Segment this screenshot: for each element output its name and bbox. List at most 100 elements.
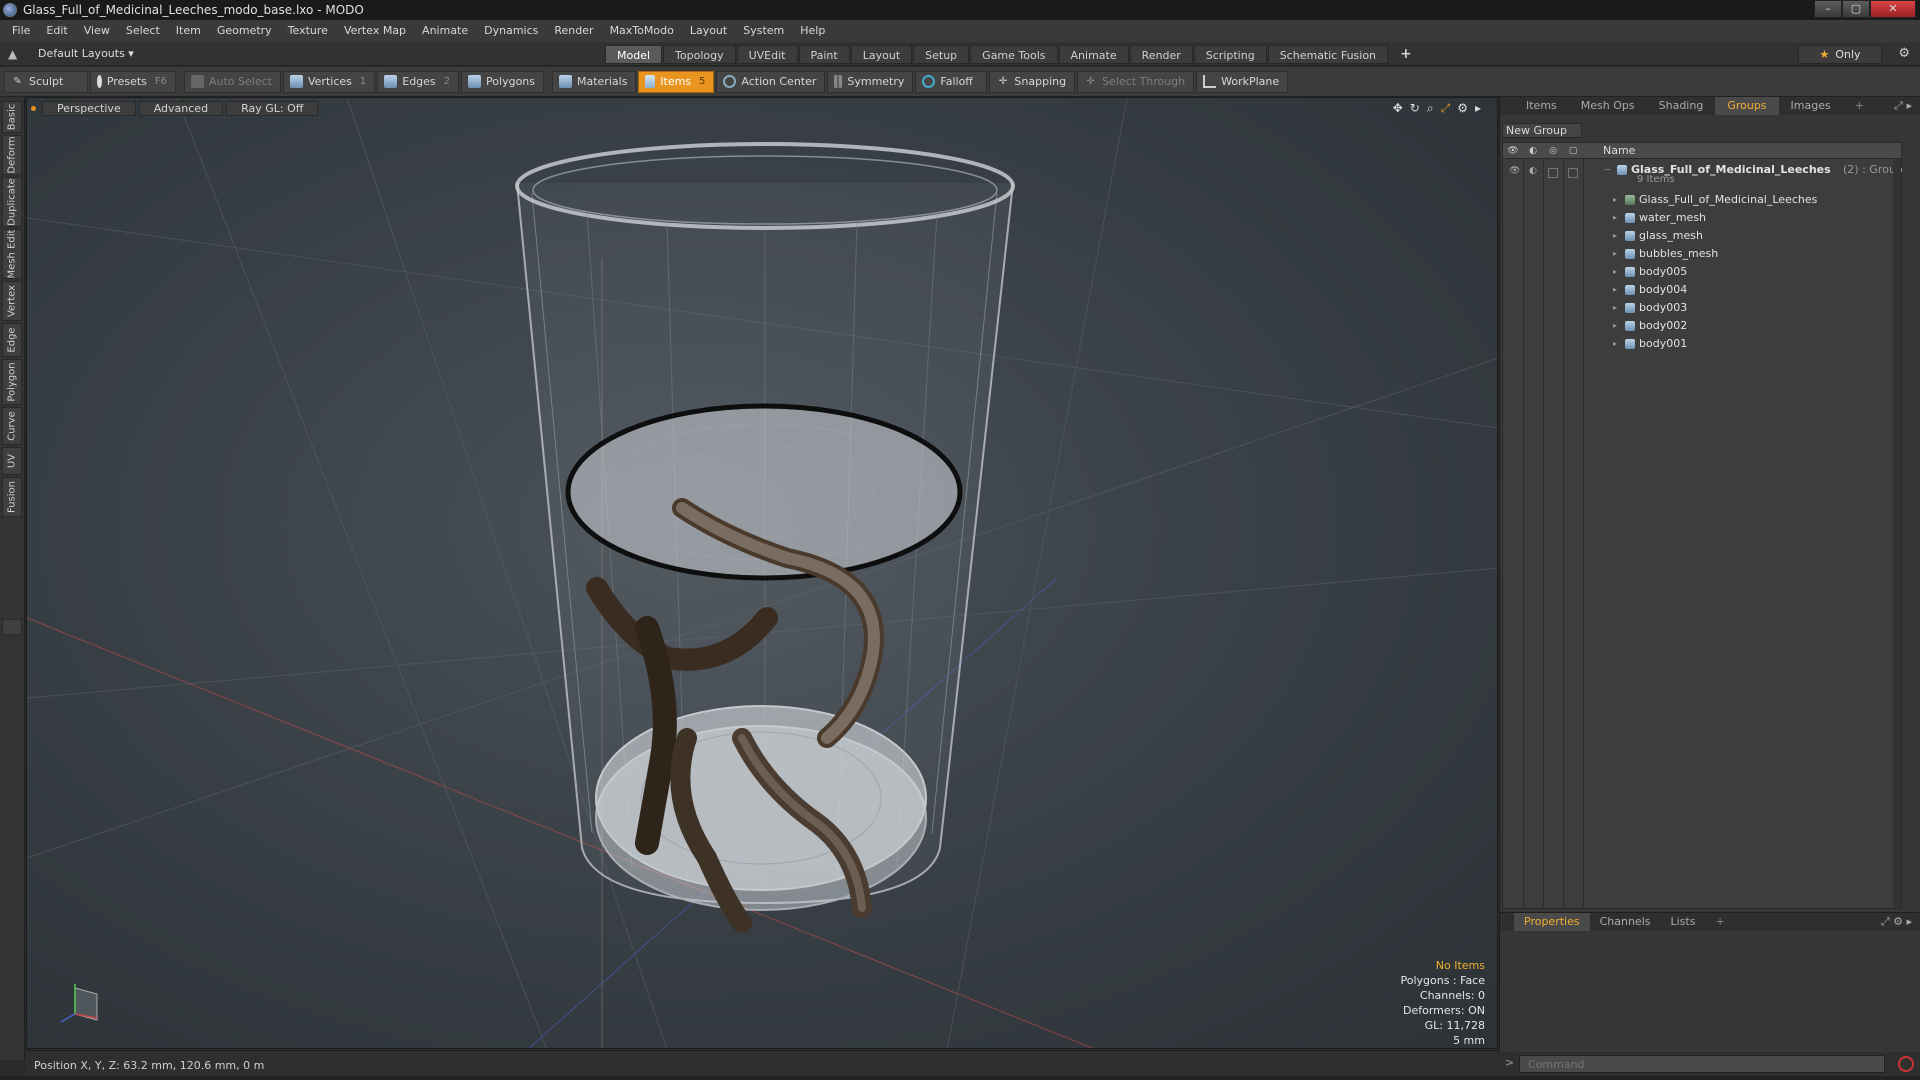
symmetry-button[interactable]: Symmetry [827, 70, 914, 93]
menu-texture[interactable]: Texture [280, 20, 336, 42]
tab-items[interactable]: Items [1514, 97, 1569, 115]
falloff-button[interactable]: Falloff [915, 70, 988, 93]
viewport-settings-icon[interactable]: ⚙ [1457, 101, 1468, 116]
items-button[interactable]: Items 5 [638, 70, 715, 93]
close-button[interactable]: ✕ [1870, 0, 1916, 18]
tab-mesh-ops[interactable]: Mesh Ops [1569, 97, 1647, 115]
move-view-icon[interactable]: ✥ [1393, 101, 1403, 116]
tab-images[interactable]: Images [1779, 97, 1843, 115]
materials-button[interactable]: Materials [552, 70, 637, 93]
menu-vertex-map[interactable]: Vertex Map [336, 20, 414, 42]
expand-arrow-icon[interactable]: ▸ [1613, 245, 1617, 263]
list-item[interactable]: ▸ body003 [1503, 299, 1901, 317]
polygons-button[interactable]: Polygons [461, 70, 544, 93]
viewport-more-icon[interactable]: ▸ [1475, 101, 1481, 116]
menu-view[interactable]: View [76, 20, 118, 42]
tab-groups[interactable]: Groups [1715, 97, 1779, 115]
tab-render[interactable]: Render [1129, 45, 1193, 64]
name-column-header[interactable]: Name [1603, 143, 1635, 159]
tab-model[interactable]: Model [605, 45, 663, 64]
groups-scrollbar[interactable] [1893, 159, 1901, 908]
tab-setup[interactable]: Setup [913, 45, 970, 64]
menu-item[interactable]: Item [168, 20, 209, 42]
left-panel-toggle[interactable] [2, 619, 22, 635]
visibility-eye-icon[interactable]: 👁 [1509, 166, 1520, 176]
record-macro-icon[interactable] [1898, 1056, 1914, 1072]
vtab-basic[interactable]: Basic [2, 101, 22, 133]
menu-help[interactable]: Help [792, 20, 833, 42]
sculpt-button[interactable]: ✎ Sculpt [4, 70, 88, 93]
expand-arrow-icon[interactable]: ▸ [1613, 227, 1617, 245]
shading-dropdown[interactable]: Advanced [138, 100, 224, 116]
collapse-arrow-icon[interactable]: — [1603, 161, 1611, 179]
layouts-arrow-icon[interactable]: ▲ [8, 47, 17, 61]
list-item[interactable]: ▸ body005 [1503, 263, 1901, 281]
menu-geometry[interactable]: Geometry [209, 20, 280, 42]
menu-render[interactable]: Render [546, 20, 601, 42]
vtab-vertex[interactable]: Vertex [2, 281, 22, 321]
tab-scripting[interactable]: Scripting [1193, 45, 1267, 64]
menu-file[interactable]: File [4, 20, 38, 42]
vtab-deform[interactable]: Deform [2, 135, 22, 175]
gear-icon[interactable]: ⚙ [1898, 46, 1910, 61]
vtab-edge[interactable]: Edge [2, 323, 22, 357]
tab-layout[interactable]: Layout [850, 45, 913, 64]
vtab-polygon[interactable]: Polygon [2, 359, 22, 405]
command-input[interactable] [1519, 1055, 1885, 1073]
visibility-column-icon[interactable]: 👁 [1507, 145, 1519, 157]
menu-animate[interactable]: Animate [414, 20, 476, 42]
properties-expand-icon[interactable]: ⤢ ⚙ ▸ [1881, 915, 1912, 929]
list-item[interactable]: ▸ body001 [1503, 335, 1901, 353]
minimize-button[interactable]: – [1814, 0, 1842, 18]
tab-schematic-fusion[interactable]: Schematic Fusion [1267, 45, 1389, 64]
tab-lists[interactable]: Lists [1661, 913, 1706, 931]
render-toggle-icon[interactable]: ◐ [1529, 166, 1537, 176]
render-column-icon[interactable]: ◐ [1527, 145, 1539, 157]
tab-channels[interactable]: Channels [1590, 913, 1661, 931]
vtab-uv[interactable]: UV [2, 447, 22, 475]
rotate-view-icon[interactable]: ↻ [1410, 101, 1420, 116]
select-column-icon[interactable]: ▢ [1567, 145, 1579, 157]
vtab-duplicate[interactable]: Duplicate [2, 177, 22, 227]
menu-select[interactable]: Select [118, 20, 168, 42]
menu-layout[interactable]: Layout [682, 20, 735, 42]
presets-button[interactable]: Presets F6 [90, 70, 176, 93]
expand-arrow-icon[interactable]: ▸ [1613, 281, 1617, 299]
fit-view-icon[interactable]: ⤢ [1441, 101, 1451, 116]
list-item[interactable]: ▸ body004 [1503, 281, 1901, 299]
vtab-curve[interactable]: Curve [2, 407, 22, 445]
tab-shading[interactable]: Shading [1647, 97, 1716, 115]
vertices-button[interactable]: Vertices 1 [282, 70, 376, 93]
list-item[interactable]: ▸ Glass_Full_of_Medicinal_Leeches [1503, 191, 1901, 209]
vtab-mesh-edit[interactable]: Mesh Edit [2, 229, 22, 279]
3d-viewport[interactable]: Perspective Advanced Ray GL: Off ✥ ↻ ⌕ ⤢… [26, 97, 1498, 1049]
select-through-button[interactable]: ✛ Select Through [1077, 70, 1195, 93]
list-item[interactable]: ▸ bubbles_mesh [1503, 245, 1901, 263]
only-button[interactable]: ★ Only [1798, 45, 1882, 64]
menu-system[interactable]: System [735, 20, 792, 42]
raygl-dropdown[interactable]: Ray GL: Off [226, 100, 319, 116]
group-row[interactable]: 👁 ◐ — Glass_Full_of_Medicinal_Leeches (2… [1503, 161, 1903, 189]
tab-properties[interactable]: Properties [1514, 913, 1590, 931]
menu-edit[interactable]: Edit [38, 20, 75, 42]
select-toggle-box[interactable] [1568, 168, 1578, 178]
add-properties-tab-button[interactable]: + [1705, 913, 1734, 931]
menu-maxtomodo[interactable]: MaxToModo [602, 20, 682, 42]
expand-arrow-icon[interactable]: ▸ [1613, 299, 1617, 317]
add-panel-tab-button[interactable]: + [1843, 97, 1876, 115]
vtab-fusion[interactable]: Fusion [2, 477, 22, 517]
tab-uvedit[interactable]: UVEdit [736, 45, 798, 64]
expand-arrow-icon[interactable]: ▸ [1613, 191, 1617, 209]
expand-arrow-icon[interactable]: ▸ [1613, 335, 1617, 353]
viewport-menu-dot[interactable] [31, 105, 36, 111]
tab-animate[interactable]: Animate [1058, 45, 1129, 64]
snapping-button[interactable]: ✛ Snapping [989, 70, 1076, 93]
expand-arrow-icon[interactable]: ▸ [1613, 209, 1617, 227]
list-item[interactable]: ▸ body002 [1503, 317, 1901, 335]
workplane-button[interactable]: WorkPlane [1196, 70, 1289, 93]
lock-toggle-box[interactable] [1548, 168, 1558, 178]
list-item[interactable]: ▸ glass_mesh [1503, 227, 1901, 245]
perspective-dropdown[interactable]: Perspective [42, 100, 136, 116]
lock-column-icon[interactable]: ◎ [1547, 145, 1559, 157]
action-center-button[interactable]: Action Center [716, 70, 826, 93]
